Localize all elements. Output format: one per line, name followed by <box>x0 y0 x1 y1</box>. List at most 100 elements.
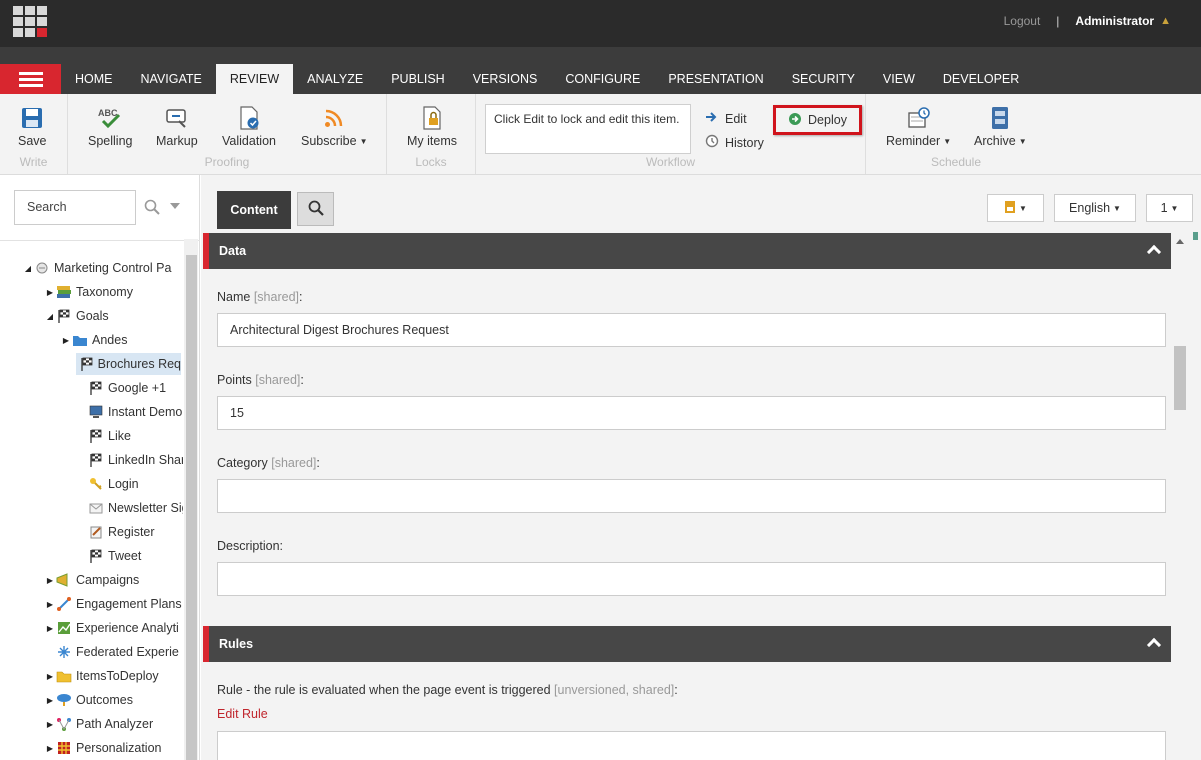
app-logo-icon[interactable] <box>13 6 47 37</box>
expanded-toggle-icon[interactable]: ◢ <box>44 312 56 321</box>
hamburger-menu-icon[interactable] <box>0 64 61 94</box>
tree-item[interactable]: Google +1 <box>76 377 166 399</box>
name-field[interactable]: Architectural Digest Brochures Request <box>217 313 1166 347</box>
tab-content[interactable]: Content <box>217 191 291 229</box>
campaigns-icon <box>56 572 72 588</box>
points-field[interactable]: 15 <box>217 396 1166 430</box>
reminder-button[interactable]: Reminder ▼ <box>886 106 951 148</box>
tree-item[interactable]: LinkedIn Share <box>76 449 183 471</box>
tab-home[interactable]: HOME <box>61 64 127 94</box>
tree-item[interactable]: Instant Demo <box>76 401 182 423</box>
version-selector[interactable]: 1 ▼ <box>1146 194 1193 222</box>
editor-scrollbar-thumb[interactable] <box>1174 346 1186 410</box>
tree-item[interactable]: ◢ Marketing Control Pa <box>22 257 172 279</box>
deploy-arrow-icon <box>788 112 802 129</box>
label-tag: [shared] <box>271 456 317 470</box>
label-suffix: : <box>674 683 678 697</box>
tab-analyze[interactable]: ANALYZE <box>293 64 377 94</box>
tree-item[interactable]: ▶ Path Analyzer <box>44 713 153 735</box>
search-options-chevron-down-icon[interactable] <box>170 203 180 209</box>
tree-scrollbar-thumb[interactable] <box>186 255 197 760</box>
tree-item[interactable]: Login <box>76 473 139 495</box>
monitor-icon <box>88 404 104 420</box>
tree-item[interactable]: ◢ Goals <box>44 305 109 327</box>
logout-link[interactable]: Logout <box>1004 14 1041 28</box>
editor-pane: Content ▼ English ▼ 1 ▼ Data Name [shared]… <box>201 175 1201 760</box>
tab-security[interactable]: SECURITY <box>778 64 869 94</box>
tree-item[interactable]: ▶ Outcomes <box>44 689 133 711</box>
tree-item[interactable]: Like <box>76 425 131 447</box>
spelling-button[interactable]: ABC Spelling <box>88 106 132 148</box>
my-items-button[interactable]: My items <box>407 106 457 148</box>
tree-item[interactable]: ▶ ItemsToDeploy <box>44 665 159 687</box>
collapsed-toggle-icon[interactable]: ▶ <box>44 600 56 609</box>
tab-configure[interactable]: CONFIGURE <box>551 64 654 94</box>
tree-item[interactable]: ▶ Andes <box>60 329 128 351</box>
history-button[interactable]: History <box>705 134 764 151</box>
tab-review[interactable]: REVIEW <box>215 64 294 94</box>
tree-item[interactable]: Tweet <box>76 545 141 567</box>
collapsed-toggle-icon[interactable]: ▶ <box>44 696 56 705</box>
tree-item[interactable]: ▶ Engagement Plans <box>44 593 182 615</box>
tree-item[interactable]: ▶ Taxonomy <box>44 281 133 303</box>
collapsed-toggle-icon[interactable]: ▶ <box>44 576 56 585</box>
user-name[interactable]: Administrator <box>1075 14 1154 28</box>
deploy-button[interactable]: Deploy <box>773 105 862 135</box>
language-selector[interactable]: English ▼ <box>1054 194 1136 222</box>
save-button[interactable]: Save <box>18 106 47 148</box>
subscribe-button[interactable]: Subscribe ▼ <box>301 106 368 148</box>
search-icon[interactable] <box>144 199 160 218</box>
markup-button[interactable]: Markup <box>156 106 198 148</box>
scroll-up-arrow-icon[interactable] <box>1176 239 1184 244</box>
content-tree-sidebar: Search ◢ Marketing Control Pa ▶ Taxonomy ◢ Go… <box>0 175 200 760</box>
tree-item[interactable]: Federated Experie <box>44 641 179 663</box>
tree-item[interactable]: ▶ Personalization <box>44 737 162 759</box>
tab-versions[interactable]: VERSIONS <box>459 64 552 94</box>
collapsed-toggle-icon[interactable]: ▶ <box>44 624 56 633</box>
field-label-rule: Rule - the rule is evaluated when the pa… <box>217 683 678 697</box>
ribbon-group-schedule: Reminder ▼ Archive ▼ Schedule <box>866 94 1046 174</box>
category-field[interactable] <box>217 479 1166 513</box>
archive-button[interactable]: Archive ▼ <box>974 106 1027 148</box>
description-field[interactable] <box>217 562 1166 596</box>
section-data-header[interactable]: Data <box>203 233 1171 269</box>
tab-view[interactable]: VIEW <box>869 64 929 94</box>
section-rules-header[interactable]: Rules <box>203 626 1171 662</box>
collapsed-toggle-icon[interactable]: ▶ <box>44 288 56 297</box>
ribbon-group-proofing: ABC Spelling Markup Validation Subscribe… <box>68 94 387 174</box>
edit-button[interactable]: Edit <box>705 111 747 126</box>
database-selector[interactable]: ▼ <box>987 194 1044 222</box>
rule-field[interactable] <box>217 731 1166 760</box>
validation-icon <box>222 106 276 130</box>
validation-button[interactable]: Validation <box>222 106 276 148</box>
reminder-calendar-icon <box>886 106 951 130</box>
tree-item[interactable]: Brochures Req <box>76 353 181 375</box>
collapsed-toggle-icon[interactable]: ▶ <box>60 336 72 345</box>
tree-item[interactable]: Register <box>76 521 155 543</box>
tree-item[interactable]: ▶ Campaigns <box>44 569 139 591</box>
edit-icon <box>705 111 719 126</box>
tab-navigate[interactable]: NAVIGATE <box>127 64 216 94</box>
chevron-up-icon[interactable] <box>1146 244 1162 260</box>
search-input[interactable]: Search <box>14 190 136 225</box>
tab-developer[interactable]: DEVELOPER <box>929 64 1033 94</box>
field-label-category: Category [shared]: <box>217 456 320 470</box>
tab-search[interactable] <box>297 192 334 226</box>
editor-scrollbar[interactable] <box>1172 233 1188 760</box>
expanded-toggle-icon[interactable]: ◢ <box>22 264 34 273</box>
chevron-up-icon[interactable] <box>1146 637 1162 653</box>
label-text: Name <box>217 290 251 304</box>
collapsed-toggle-icon[interactable]: ▶ <box>44 720 56 729</box>
top-bar: Logout | Administrator ▲ <box>0 0 1201 47</box>
collapsed-toggle-icon[interactable]: ▶ <box>44 744 56 753</box>
tab-presentation[interactable]: PRESENTATION <box>654 64 777 94</box>
tab-publish[interactable]: PUBLISH <box>377 64 459 94</box>
tree-item[interactable]: Newsletter Sign <box>76 497 183 519</box>
field-label-description: Description: <box>217 539 283 553</box>
group-label-proofing: Proofing <box>204 155 250 169</box>
tree-item-label: Federated Experie <box>76 645 179 659</box>
edit-rule-link[interactable]: Edit Rule <box>217 707 268 721</box>
tree-item[interactable]: ▶ Experience Analyti <box>44 617 179 639</box>
collapsed-toggle-icon[interactable]: ▶ <box>44 672 56 681</box>
subscribe-label: Subscribe <box>301 134 357 148</box>
